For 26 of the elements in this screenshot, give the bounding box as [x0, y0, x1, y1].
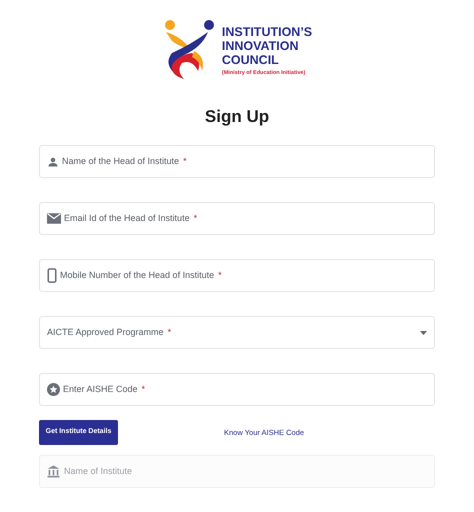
required-asterisk: *: [183, 154, 187, 168]
phone-icon: [47, 268, 57, 283]
input-field[interactable]: Enter AISHE Code *: [39, 373, 435, 406]
star-badge-icon: [47, 383, 60, 396]
field-label: AICTE Approved Programme: [47, 326, 164, 339]
required-asterisk: *: [168, 326, 172, 339]
field-label: Mobile Number of the Head of Institute: [60, 268, 214, 282]
required-asterisk: *: [142, 382, 146, 396]
field-label: Name of Institute: [64, 464, 132, 478]
person-icon: [47, 156, 59, 168]
dropdown-caret-icon: [420, 330, 427, 334]
required-asterisk: *: [194, 212, 198, 225]
select-field[interactable]: AICTE Approved Programme *: [39, 316, 435, 349]
input-field[interactable]: Email Id of the Head of Institute *: [39, 202, 435, 235]
field-label: Email Id of the Head of Institute: [64, 212, 190, 225]
logo-text: COUNCIL: [222, 52, 280, 67]
field-label: Name of the Head of Institute: [62, 154, 180, 168]
logo-text: INSTITUTION’S: [222, 24, 312, 39]
field-label: Enter AISHE Code: [63, 382, 138, 396]
input-field[interactable]: Mobile Number of the Head of Institute *: [39, 259, 435, 292]
logo-text: INNOVATION: [222, 38, 300, 53]
input-field[interactable]: Name of the Head of Institute *: [39, 145, 435, 178]
bank-icon: [47, 465, 60, 478]
envelope-icon: [47, 213, 61, 224]
required-asterisk: *: [218, 268, 222, 282]
page-title: Sign Up: [204, 106, 270, 128]
